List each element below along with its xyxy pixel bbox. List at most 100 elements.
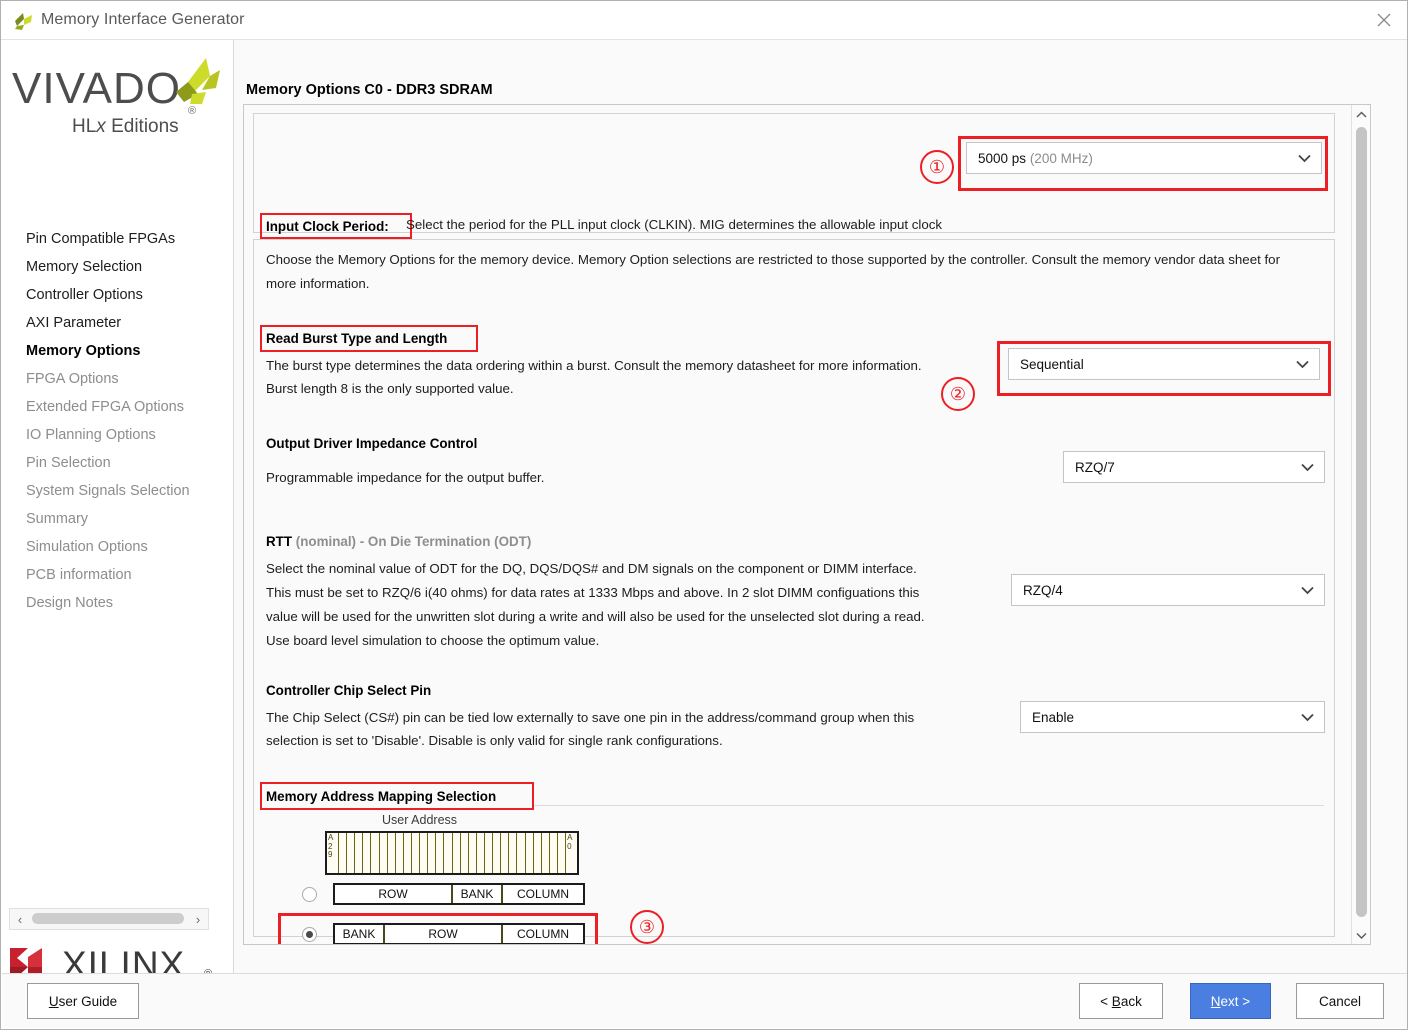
- scroll-thumb[interactable]: [1356, 127, 1367, 917]
- chip-select-value: Enable: [1032, 709, 1075, 725]
- sidebar-item-label: Simulation Options: [26, 539, 148, 555]
- sidebar-item-simulation-options[interactable]: Simulation Options: [2, 533, 234, 561]
- address-mapping-heading: Memory Address Mapping Selection: [266, 789, 497, 804]
- rtt-heading-main: RTT: [266, 534, 293, 549]
- sidebar-item-label: Controller Options: [26, 287, 143, 303]
- sidebar-item-pin-selection[interactable]: Pin Selection: [2, 449, 234, 477]
- address-bar-cell: [404, 833, 412, 873]
- address-segment-label: COLUMN: [516, 887, 569, 901]
- input-clock-period-combo[interactable]: 5000 ps (200 MHz): [966, 142, 1322, 174]
- address-bar-cell: [396, 833, 404, 873]
- address-bar-cell: [436, 833, 445, 873]
- main-pane: Memory Options C0 - DDR3 SDRAM Input Clo…: [234, 40, 1407, 975]
- scroll-up-icon[interactable]: [1352, 105, 1370, 123]
- annotation-marker-1: ①: [920, 150, 954, 184]
- rtt-body-line2: This must be set to RZQ/6 i(40 ohms) for…: [266, 585, 920, 600]
- sidebar-item-label: Pin Compatible FPGAs: [26, 231, 176, 247]
- user-guide-button[interactable]: User Guide: [27, 983, 139, 1019]
- rtt-body-line4: Use board level simulation to choose the…: [266, 633, 600, 648]
- user-guide-label: User Guide: [48, 993, 118, 1009]
- address-bar-cell: [477, 833, 485, 873]
- input-clock-value-main: 5000 ps: [978, 150, 1027, 166]
- address-bar-cell: [542, 833, 550, 873]
- scroll-right-icon[interactable]: ›: [188, 912, 208, 927]
- chip-select-body-line1: The Chip Select (CS#) pin can be tied lo…: [266, 710, 915, 725]
- address-bar-cell: [339, 833, 348, 873]
- sidebar-item-label: AXI Parameter: [26, 315, 122, 331]
- address-mapping-radio-1[interactable]: [302, 886, 317, 902]
- memory-options-intro: Choose the Memory Options for the memory…: [266, 252, 1280, 291]
- read-burst-combo[interactable]: Sequential: [1008, 348, 1320, 380]
- sidebar-item-memory-options[interactable]: Memory Options: [2, 337, 234, 365]
- output-driver-value: RZQ/7: [1075, 459, 1115, 475]
- next-label: Next >: [1210, 993, 1251, 1009]
- edition-pre: HL: [72, 116, 97, 137]
- window-title: Memory Interface Generator: [41, 11, 245, 28]
- address-bar-cell: [388, 833, 396, 873]
- chevron-down-icon[interactable]: [1298, 586, 1316, 595]
- sidebar-item-pcb-information[interactable]: PCB information: [2, 561, 234, 589]
- chip-select-body-line2: selection is set to 'Disable'. Disable i…: [266, 733, 723, 748]
- read-burst-value: Sequential: [1020, 356, 1084, 372]
- options-scroll-content: Input Clock Period: Select the period fo…: [243, 104, 1371, 945]
- sidebar-item-system-signals-selection[interactable]: System Signals Selection: [2, 477, 234, 505]
- address-bar-cell: [517, 833, 526, 873]
- sidebar-item-io-planning-options[interactable]: IO Planning Options: [2, 421, 234, 449]
- sidebar-item-label: Memory Options: [26, 343, 141, 359]
- rtt-body-line3: value will be used for the unwritten slo…: [266, 609, 925, 624]
- rtt-body-line1: Select the nominal value of ODT for the …: [266, 561, 917, 576]
- chip-select-combo[interactable]: Enable: [1020, 701, 1325, 733]
- address-mapping-radio-2[interactable]: [302, 926, 317, 942]
- chevron-down-icon[interactable]: [1293, 360, 1311, 369]
- sidebar-item-design-notes[interactable]: Design Notes: [2, 589, 234, 617]
- scroll-thumb[interactable]: [32, 913, 184, 924]
- sidebar-item-label: Summary: [26, 511, 89, 527]
- address-segment-bank: BANK: [453, 885, 503, 903]
- sidebar-item-summary[interactable]: Summary: [2, 505, 234, 533]
- content-vertical-scrollbar[interactable]: [1351, 105, 1370, 944]
- rtt-combo[interactable]: RZQ/4: [1011, 574, 1325, 606]
- address-lsb-text: A0: [567, 833, 572, 851]
- read-burst-body-line2: Burst length 8 is the only supported val…: [266, 381, 514, 396]
- scroll-track[interactable]: [30, 908, 188, 930]
- next-button[interactable]: Next >: [1190, 983, 1271, 1019]
- sidebar-item-pin-compatible-fpgas[interactable]: Pin Compatible FPGAs: [2, 225, 234, 253]
- sidebar-item-extended-fpga-options[interactable]: Extended FPGA Options: [2, 393, 234, 421]
- output-driver-heading: Output Driver Impedance Control: [266, 436, 478, 451]
- vivado-mark-icon: [158, 54, 220, 115]
- address-bar-cell: [501, 833, 510, 873]
- address-mapping-option-1[interactable]: ROW BANK COLUMN: [302, 883, 585, 905]
- address-segment-row: ROW: [335, 885, 453, 903]
- chevron-down-icon[interactable]: [1298, 713, 1316, 722]
- address-segment-row: ROW: [385, 925, 503, 943]
- address-bar-cell: [558, 833, 567, 873]
- cancel-button[interactable]: Cancel: [1296, 983, 1384, 1019]
- sidebar-item-label: Memory Selection: [26, 259, 143, 275]
- address-segment-label: BANK: [460, 887, 494, 901]
- address-segment-column: COLUMN: [503, 885, 583, 903]
- scroll-left-icon[interactable]: ‹: [10, 912, 30, 927]
- address-bar-cell: [534, 833, 542, 873]
- sidebar-item-axi-parameter[interactable]: AXI Parameter: [2, 309, 234, 337]
- address-segment-column: COLUMN: [503, 925, 583, 943]
- sidebar-item-controller-options[interactable]: Controller Options: [2, 281, 234, 309]
- sidebar-item-label: PCB information: [26, 567, 132, 583]
- sidebar-horizontal-scrollbar[interactable]: ‹ ›: [9, 908, 209, 930]
- back-button[interactable]: < Back: [1079, 983, 1163, 1019]
- chevron-down-icon[interactable]: [1295, 154, 1313, 163]
- close-icon[interactable]: [1361, 1, 1407, 39]
- chevron-down-icon[interactable]: [1298, 463, 1316, 472]
- address-bar-cell: [509, 833, 518, 873]
- sidebar-item-label: Extended FPGA Options: [26, 399, 184, 415]
- address-segment-bank: BANK: [335, 925, 385, 943]
- rtt-heading-sub: (nominal) - On Die Termination (ODT): [292, 534, 532, 549]
- sidebar-item-fpga-options[interactable]: FPGA Options: [2, 365, 234, 393]
- address-bar-cell: [526, 833, 534, 873]
- address-mapping-option-2[interactable]: BANK ROW COLUMN: [302, 923, 585, 944]
- read-burst-body-line1: The burst type determines the data order…: [266, 358, 922, 373]
- sidebar-item-memory-selection[interactable]: Memory Selection: [2, 253, 234, 281]
- scroll-down-icon[interactable]: [1352, 926, 1370, 944]
- wizard-footer: User Guide < Back Next > Cancel: [2, 973, 1407, 1028]
- output-driver-combo[interactable]: RZQ/7: [1063, 451, 1325, 483]
- sidebar-item-label: IO Planning Options: [26, 427, 156, 443]
